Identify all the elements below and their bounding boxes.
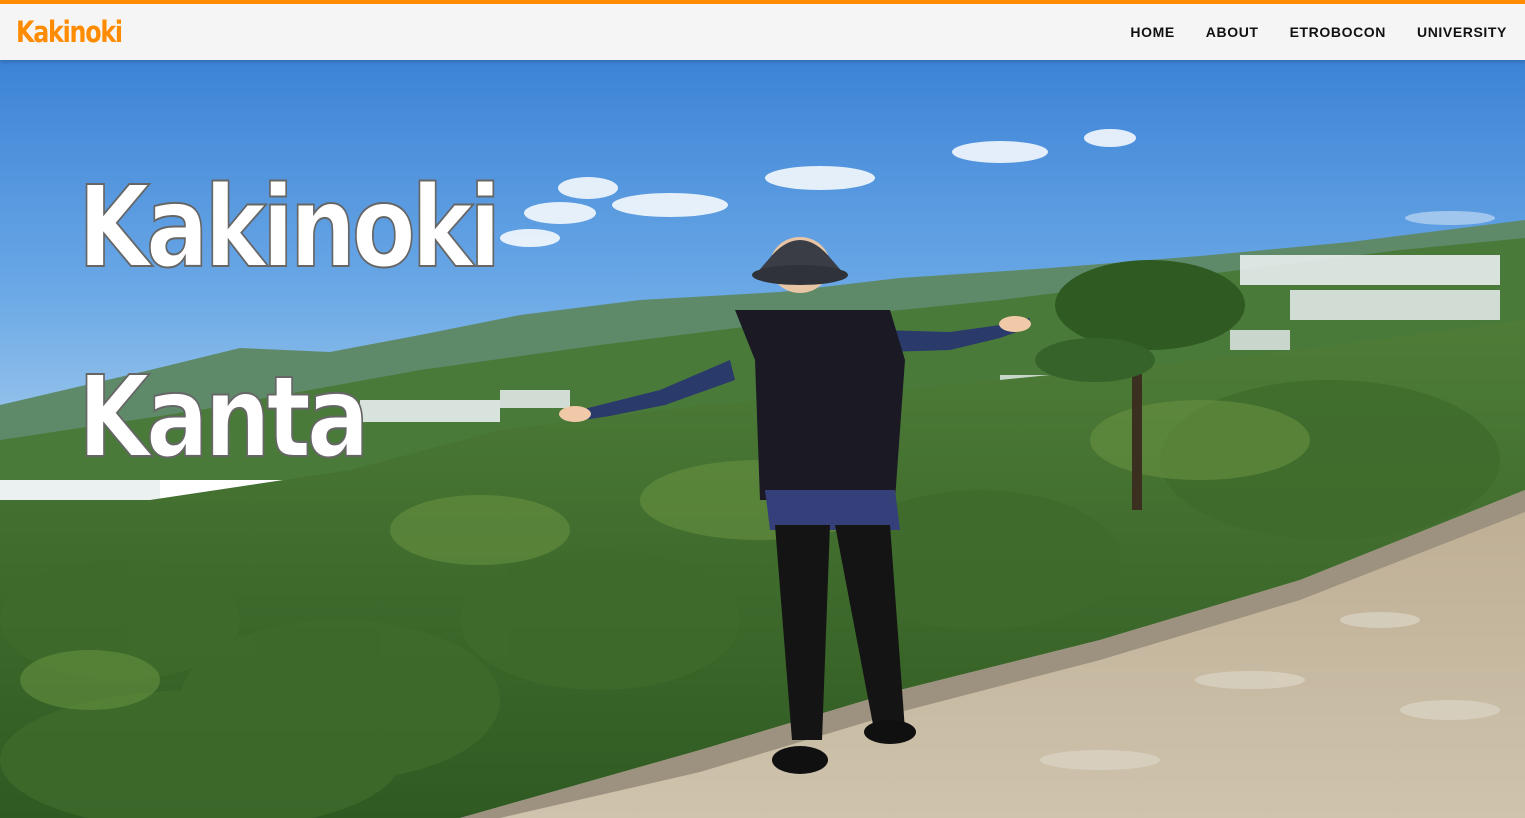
- nav-item-home[interactable]: HOME: [1130, 24, 1174, 40]
- navbar: Kakinoki HOME ABOUT ETROBOCON UNIVERSITY: [0, 0, 1525, 60]
- nav-item-etrobocon[interactable]: ETROBOCON: [1290, 24, 1386, 40]
- hero-section: Kakinoki Kanta: [0, 60, 1525, 818]
- main-nav: HOME ABOUT ETROBOCON UNIVERSITY: [1099, 4, 1507, 60]
- hero-title-last: Kanta: [77, 353, 370, 483]
- nav-item-about[interactable]: ABOUT: [1206, 24, 1259, 40]
- hero-title-first: Kakinoki: [77, 163, 502, 293]
- brand-logo[interactable]: Kakinoki: [16, 12, 123, 52]
- nav-item-university[interactable]: UNIVERSITY: [1417, 24, 1507, 40]
- page: Kakinoki HOME ABOUT ETROBOCON UNIVERSITY: [0, 0, 1525, 818]
